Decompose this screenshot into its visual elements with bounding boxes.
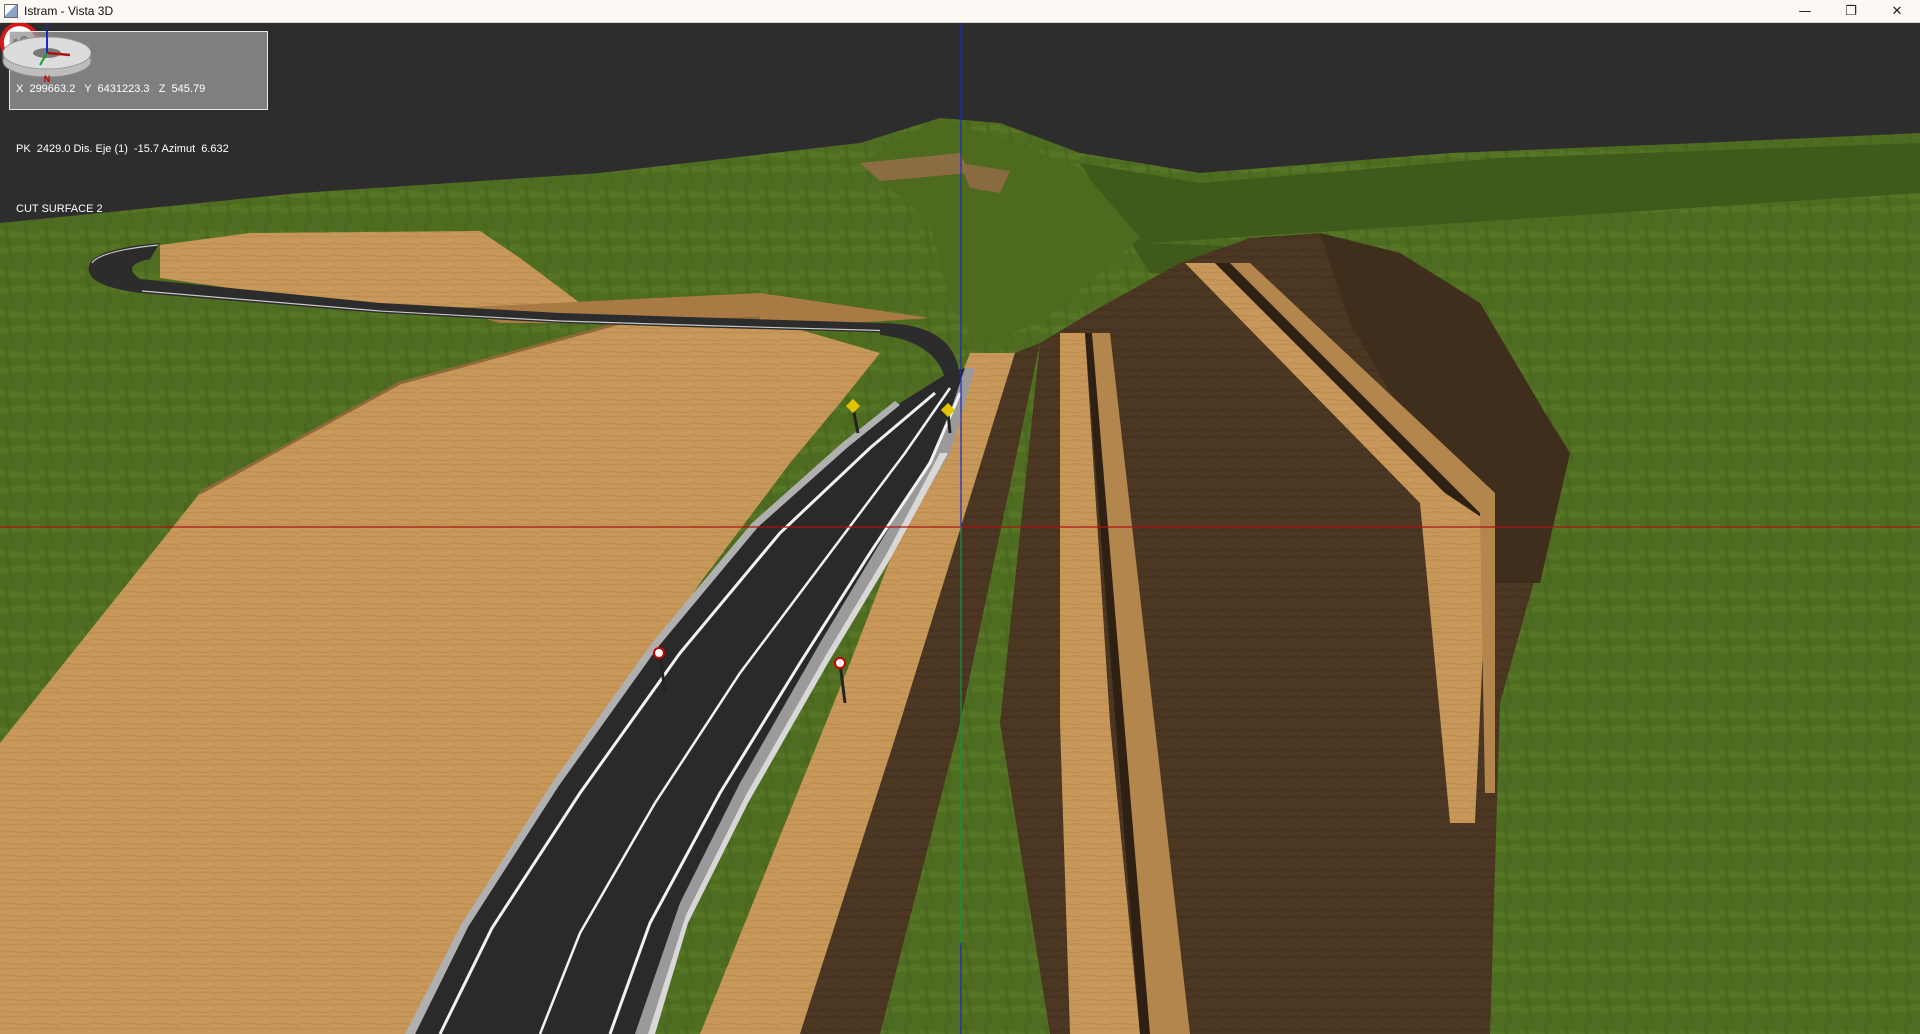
- minimize-button[interactable]: —: [1782, 0, 1828, 22]
- compass-icon[interactable]: Z N: [0, 23, 95, 85]
- window-title: Istram - Vista 3D: [24, 4, 114, 18]
- svg-text:N: N: [44, 74, 51, 84]
- surface-line: CUT SURFACE 2: [16, 203, 103, 215]
- 3d-scene: [0, 23, 1920, 1034]
- title-bar: Istram - Vista 3D — ❐ ✕: [0, 0, 1920, 23]
- restore-button[interactable]: ❐: [1828, 0, 1874, 22]
- station-line: PK 2429.0 Dis. Eje (1) -15.7 Azimut 6.63…: [16, 143, 229, 155]
- app-icon: [4, 4, 18, 18]
- svg-text:Z: Z: [45, 23, 50, 32]
- window-controls: — ❐ ✕: [1782, 0, 1920, 22]
- 3d-viewport[interactable]: 40 X 299663.2 Y 6431223.3 Z 545.79 PK 24…: [0, 23, 1920, 1034]
- close-button[interactable]: ✕: [1874, 0, 1920, 22]
